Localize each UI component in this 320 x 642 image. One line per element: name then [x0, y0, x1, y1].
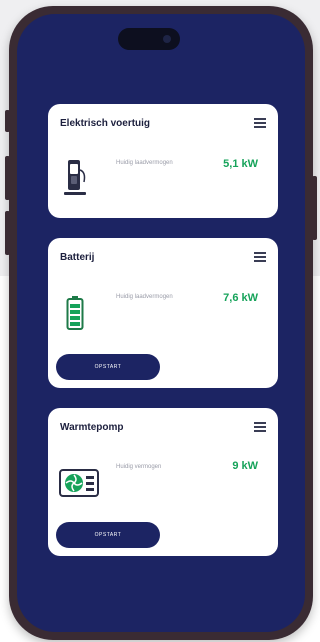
ev-card-value: 5,1 kW	[223, 158, 258, 170]
power-button	[312, 176, 317, 240]
heat-pump-card-title: Warmtepomp	[60, 422, 124, 433]
heat-pump-card-description: Huidig vermogen	[116, 464, 162, 470]
battery-card-value: 7,6 kW	[223, 292, 258, 304]
menu-icon[interactable]	[254, 252, 266, 262]
menu-icon[interactable]	[254, 118, 266, 128]
ev-card-title: Elektrisch voertuig	[60, 118, 151, 129]
camera-icon	[163, 35, 171, 43]
heat-pump-icon	[58, 466, 100, 500]
volume-up-button	[5, 156, 10, 200]
heat-pump-card-value: 9 kW	[232, 460, 258, 472]
heat-pump-card[interactable]: Warmtepomp Huidig vermogen 9 kW OPSTART	[48, 408, 278, 556]
battery-card[interactable]: Batterij Huidig laadvermogen 7,6 kW OPST…	[48, 238, 278, 388]
battery-opstart-button[interactable]: OPSTART	[56, 354, 160, 380]
battery-card-title: Batterij	[60, 252, 95, 263]
menu-icon[interactable]	[254, 422, 266, 432]
ev-card-description: Huidig laadvermogen	[116, 160, 173, 166]
battery-icon	[66, 296, 84, 330]
ev-charger-icon	[62, 154, 88, 198]
mute-switch	[5, 110, 10, 132]
ev-card[interactable]: Elektrisch voertuig Huidig laadvermogen …	[48, 104, 278, 218]
dynamic-island	[118, 28, 180, 50]
battery-card-description: Huidig laadvermogen	[116, 294, 173, 300]
heat-pump-opstart-button[interactable]: OPSTART	[56, 522, 160, 548]
volume-down-button	[5, 211, 10, 255]
